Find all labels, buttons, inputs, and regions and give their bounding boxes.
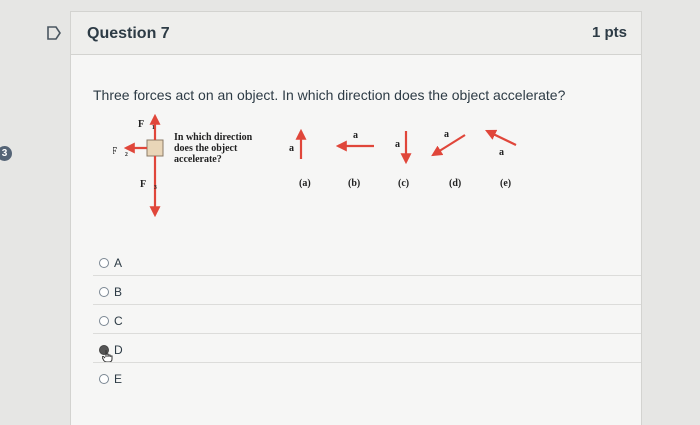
choice-label-e: (e) bbox=[500, 178, 511, 189]
choice-e-arrow bbox=[485, 129, 517, 146]
question-number-badge: 3 bbox=[0, 146, 12, 161]
cursor-hand-icon bbox=[102, 350, 113, 363]
figure-prompt-line-3: accelerate? bbox=[174, 154, 222, 165]
radio-button[interactable] bbox=[99, 287, 109, 297]
radio-button[interactable] bbox=[99, 374, 109, 384]
choice-label-b: (b) bbox=[348, 178, 360, 189]
question-points: 1 pts bbox=[591, 24, 627, 41]
question-text: Three forces act on an object. In which … bbox=[93, 87, 566, 103]
question-title: Question 7 bbox=[87, 25, 170, 42]
choice-b-vector-label: a⃗ bbox=[353, 130, 366, 141]
radio-button[interactable] bbox=[99, 258, 109, 268]
answer-option-a[interactable]: A bbox=[93, 247, 641, 275]
choice-a-vector-label: a⃗ bbox=[289, 143, 302, 154]
object-box bbox=[146, 139, 164, 157]
force-diagram: F⃗₁ F⃗₂ F⃗₃ In which direction does the … bbox=[113, 113, 517, 218]
figure-prompt-line-1: In which direction bbox=[174, 132, 253, 143]
choice-label-d: (d) bbox=[449, 178, 461, 189]
figure-prompt-line-2: does the object bbox=[174, 143, 238, 154]
choice-e-vector-label: a⃗ bbox=[499, 147, 512, 158]
force-label-f1: F⃗₁ bbox=[138, 119, 155, 130]
flag-icon[interactable] bbox=[47, 26, 61, 40]
answer-option-e[interactable]: E bbox=[93, 362, 641, 391]
question-header: Question 7 1 pts bbox=[47, 12, 641, 55]
radio-button[interactable] bbox=[99, 316, 109, 326]
choice-c-vector-label: a⃗ bbox=[395, 139, 408, 150]
answer-label: E bbox=[114, 372, 123, 386]
choice-d-vector-label: a⃗ bbox=[444, 129, 457, 140]
answer-label: D bbox=[114, 343, 123, 357]
object-with-forces: F⃗₁ F⃗₂ F⃗₃ bbox=[113, 113, 164, 218]
answer-list: A B C D E bbox=[93, 247, 641, 391]
answer-option-d[interactable]: D bbox=[93, 333, 641, 363]
answer-label: C bbox=[114, 314, 123, 328]
force-label-f2: F⃗₂ bbox=[113, 146, 128, 157]
force-label-f3: F⃗₃ bbox=[140, 179, 157, 190]
answer-label: B bbox=[114, 285, 123, 299]
choice-label-a: (a) bbox=[299, 178, 311, 189]
answer-option-c[interactable]: C bbox=[93, 304, 641, 333]
answer-option-b[interactable]: B bbox=[93, 275, 641, 304]
answer-label: A bbox=[114, 256, 123, 270]
choice-label-c: (c) bbox=[398, 178, 409, 189]
